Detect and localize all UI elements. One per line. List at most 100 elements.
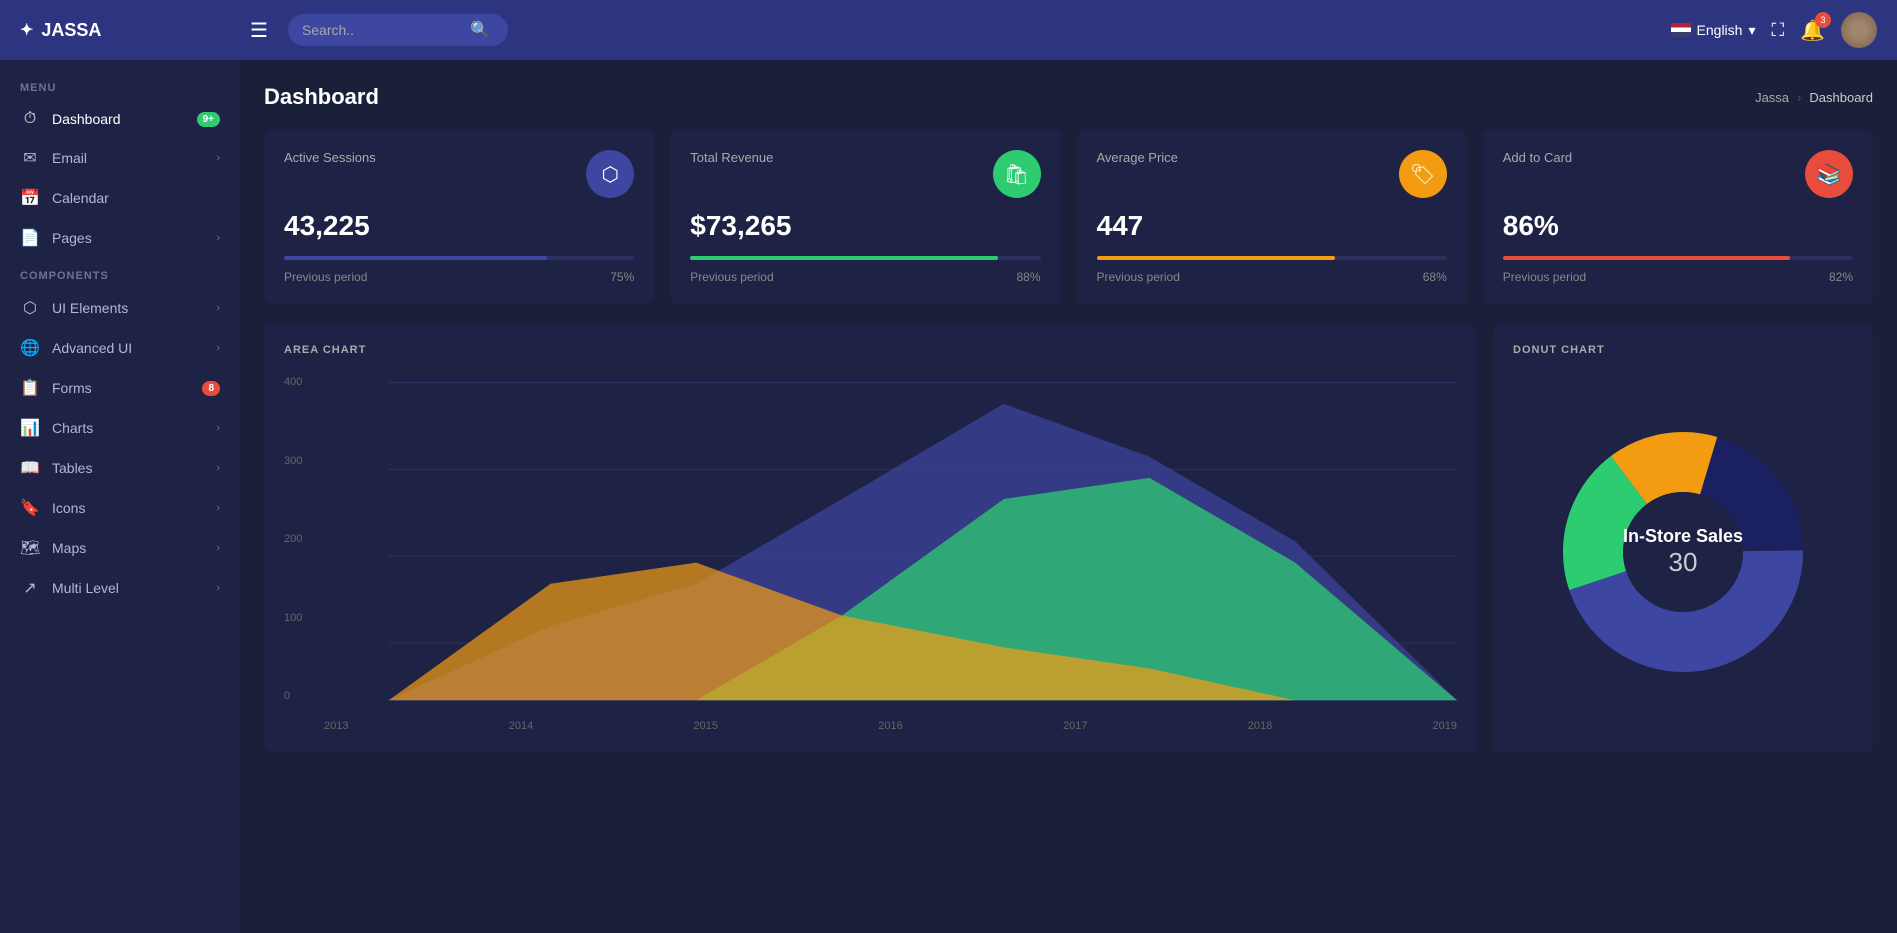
sidebar-item-label: Forms xyxy=(52,380,190,396)
stat-card-footer: Previous period 88% xyxy=(690,270,1040,284)
y-label: 300 xyxy=(284,455,320,467)
sidebar-item-charts[interactable]: 📊 Charts › xyxy=(0,408,240,448)
stat-cards: Active Sessions ⬡ 43,225 Previous period… xyxy=(264,130,1873,304)
period-label: Previous period xyxy=(284,270,367,284)
chevron-right-icon: › xyxy=(216,582,220,594)
stat-card-total-revenue: Total Revenue 🛍 $73,265 Previous period … xyxy=(670,130,1060,304)
y-label: 100 xyxy=(284,612,320,624)
main-content: Dashboard Jassa › Dashboard Active Sessi… xyxy=(240,60,1897,933)
donut-chart-card: DONUT CHART xyxy=(1493,324,1873,752)
ui-elements-icon: ⬡ xyxy=(20,298,40,318)
progress-bar xyxy=(690,256,998,260)
period-label: Previous period xyxy=(1503,270,1586,284)
x-label: 2015 xyxy=(694,720,718,732)
chevron-right-icon: › xyxy=(216,342,220,354)
stat-card-value: 43,225 xyxy=(284,210,634,242)
chevron-right-icon: › xyxy=(216,502,220,514)
advanced-ui-icon: 🌐 xyxy=(20,338,40,358)
avatar[interactable] xyxy=(1841,12,1877,48)
donut-chart-title: DONUT CHART xyxy=(1513,344,1853,356)
chevron-right-icon: › xyxy=(216,462,220,474)
menu-section-label: MENU xyxy=(0,70,240,100)
dashboard-badge: 9+ xyxy=(197,112,220,127)
period-label: Previous period xyxy=(1097,270,1180,284)
flag-icon xyxy=(1671,23,1691,37)
sidebar-item-label: Calendar xyxy=(52,190,220,206)
language-selector[interactable]: English ▾ xyxy=(1671,22,1756,39)
fullscreen-icon[interactable]: ⛶ xyxy=(1771,20,1784,41)
chevron-right-icon: › xyxy=(216,542,220,554)
sidebar-item-pages[interactable]: 📄 Pages › xyxy=(0,218,240,258)
sidebar-item-email[interactable]: ✉ Email › xyxy=(0,138,240,178)
sidebar-item-icons[interactable]: 🔖 Icons › xyxy=(0,488,240,528)
breadcrumb: Jassa › Dashboard xyxy=(1755,90,1873,105)
sidebar-item-label: Icons xyxy=(52,500,204,516)
x-label: 2019 xyxy=(1433,720,1457,732)
charts-icon: 📊 xyxy=(20,418,40,438)
language-label: English xyxy=(1697,22,1743,38)
x-label: 2013 xyxy=(324,720,348,732)
active-sessions-icon: ⬡ xyxy=(586,150,634,198)
page-title: Dashboard xyxy=(264,84,379,110)
topnav-right: English ▾ ⛶ 🔔 3 xyxy=(1671,12,1877,48)
sidebar-item-label: Pages xyxy=(52,230,204,246)
stat-card-header: Average Price 🏷 xyxy=(1097,150,1447,198)
donut-wrap: In-Store Sales 30 xyxy=(1513,372,1853,732)
x-label: 2017 xyxy=(1063,720,1087,732)
progress-bar xyxy=(1503,256,1790,260)
stat-card-title: Average Price xyxy=(1097,150,1178,165)
hamburger-button[interactable]: ☰ xyxy=(250,18,268,43)
stat-card-header: Active Sessions ⬡ xyxy=(284,150,634,198)
stat-card-header: Total Revenue 🛍 xyxy=(690,150,1040,198)
y-label: 400 xyxy=(284,376,320,388)
period-label: Previous period xyxy=(690,270,773,284)
stat-card-footer: Previous period 68% xyxy=(1097,270,1447,284)
main-layout: MENU ⏱ Dashboard 9+ ✉ Email › 📅 Calendar… xyxy=(0,60,1897,933)
sidebar-item-tables[interactable]: 📖 Tables › xyxy=(0,448,240,488)
x-axis-labels: 2013 2014 2015 2016 2017 2018 2019 xyxy=(324,720,1457,732)
sidebar-item-ui-elements[interactable]: ⬡ UI Elements › xyxy=(0,288,240,328)
maps-icon: 🗺 xyxy=(20,538,40,558)
stat-card-value: 86% xyxy=(1503,210,1853,242)
area-chart-wrap: 400 300 200 100 0 xyxy=(284,372,1457,732)
notification-button[interactable]: 🔔 3 xyxy=(1800,18,1825,43)
avatar-image xyxy=(1841,12,1877,48)
stat-card-title: Active Sessions xyxy=(284,150,376,165)
forms-icon: 📋 xyxy=(20,378,40,398)
breadcrumb-separator: › xyxy=(1797,90,1801,105)
calendar-icon: 📅 xyxy=(20,188,40,208)
search-bar: 🔍 xyxy=(288,14,508,46)
sidebar-item-advanced-ui[interactable]: 🌐 Advanced UI › xyxy=(0,328,240,368)
progress-bar-bg xyxy=(1503,256,1853,260)
x-label: 2016 xyxy=(878,720,902,732)
multi-level-icon: ↗ xyxy=(20,578,40,598)
stat-card-add-to-card: Add to Card 📚 86% Previous period 82% xyxy=(1483,130,1873,304)
x-label: 2014 xyxy=(509,720,533,732)
stat-card-average-price: Average Price 🏷 447 Previous period 68% xyxy=(1077,130,1467,304)
sidebar: MENU ⏱ Dashboard 9+ ✉ Email › 📅 Calendar… xyxy=(0,60,240,933)
add-to-card-icon: 📚 xyxy=(1805,150,1853,198)
sidebar-item-multi-level[interactable]: ↗ Multi Level › xyxy=(0,568,240,608)
stat-card-value: 447 xyxy=(1097,210,1447,242)
search-icon[interactable]: 🔍 xyxy=(470,20,490,40)
sidebar-item-forms[interactable]: 📋 Forms 8 xyxy=(0,368,240,408)
forms-badge: 8 xyxy=(202,381,220,396)
email-icon: ✉ xyxy=(20,148,40,168)
sidebar-item-label: Maps xyxy=(52,540,204,556)
tables-icon: 📖 xyxy=(20,458,40,478)
search-input[interactable] xyxy=(302,22,462,38)
stat-card-title: Total Revenue xyxy=(690,150,773,165)
stat-card-footer: Previous period 75% xyxy=(284,270,634,284)
progress-bar-bg xyxy=(284,256,634,260)
sidebar-item-maps[interactable]: 🗺 Maps › xyxy=(0,528,240,568)
charts-row: AREA CHART 400 300 200 100 0 xyxy=(264,324,1873,752)
sidebar-item-calendar[interactable]: 📅 Calendar xyxy=(0,178,240,218)
sidebar-item-dashboard[interactable]: ⏱ Dashboard 9+ xyxy=(0,100,240,138)
sidebar-item-label: Advanced UI xyxy=(52,340,204,356)
period-value: 75% xyxy=(610,270,634,284)
stat-card-footer: Previous period 82% xyxy=(1503,270,1853,284)
y-label: 0 xyxy=(284,690,320,702)
y-label: 200 xyxy=(284,533,320,545)
area-chart-svg xyxy=(284,372,1457,732)
chevron-right-icon: › xyxy=(216,232,220,244)
